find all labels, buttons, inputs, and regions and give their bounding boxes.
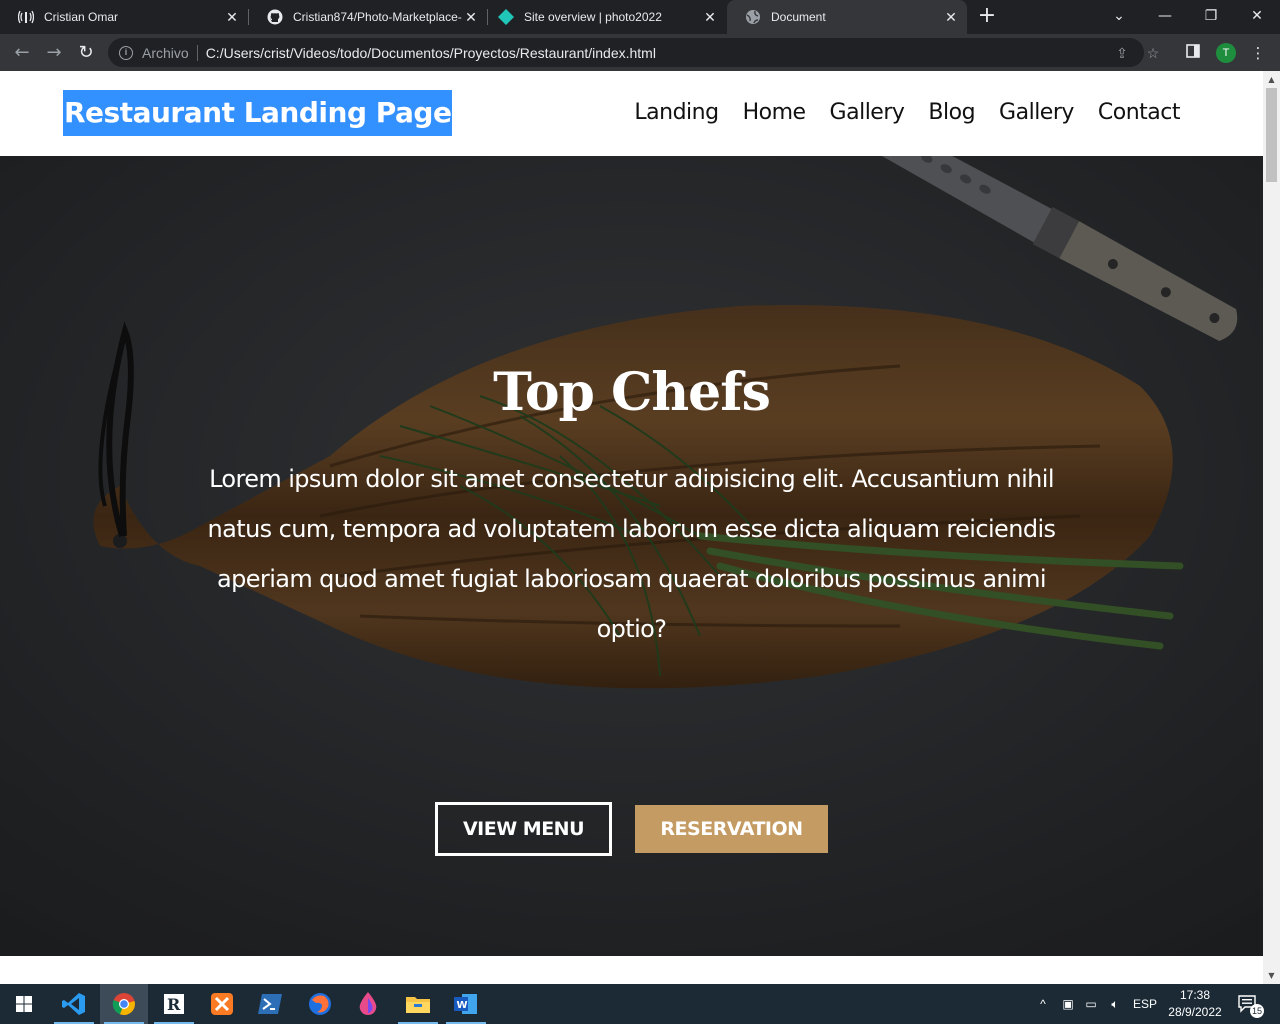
nav-link-contact[interactable]: Contact: [1098, 97, 1181, 129]
powershell-icon[interactable]: [246, 984, 294, 1024]
firefox-icon[interactable]: [296, 984, 344, 1024]
meet-now-icon[interactable]: ▣: [1058, 984, 1078, 1024]
file-explorer-icon[interactable]: [394, 984, 442, 1024]
tab-title: Site overview | photo2022: [524, 10, 662, 24]
drop-app-icon[interactable]: [344, 984, 392, 1024]
clock-date: 28/9/2022: [1168, 1005, 1222, 1019]
svg-text:R: R: [167, 995, 181, 1014]
minimize-button[interactable]: —: [1150, 4, 1180, 28]
tab-document[interactable]: Document ✕: [727, 0, 967, 34]
hero-title: Top Chefs: [493, 362, 771, 423]
tab-close-icon[interactable]: ✕: [224, 9, 240, 25]
reservation-button[interactable]: RESERVATION: [635, 805, 828, 853]
nav-link-home[interactable]: Home: [743, 97, 806, 129]
site-header: Restaurant Landing Page Landing Home Gal…: [0, 71, 1263, 156]
windows-start-icon[interactable]: [0, 984, 48, 1024]
scheme-label: Archivo: [142, 44, 189, 61]
tab-close-icon[interactable]: ✕: [943, 9, 959, 25]
hero-section: Top Chefs Lorem ipsum dolor sit amet con…: [0, 156, 1263, 956]
tab-close-icon[interactable]: ✕: [702, 9, 718, 25]
close-window-button[interactable]: ✕: [1242, 4, 1272, 28]
profile-avatar[interactable]: T: [1216, 43, 1236, 63]
menu-kebab-icon[interactable]: ⋮: [1246, 41, 1270, 65]
vscode-icon[interactable]: [50, 984, 98, 1024]
windows-taskbar: R W ^ ▣ ▭ 🔈︎ ESP 17:38 28/9/2022 15: [0, 984, 1280, 1024]
browser-toolbar: ← → ↻ i Archivo C:/Users/crist/Videos/to…: [0, 34, 1280, 71]
tab-github[interactable]: Cristian874/Photo-Marketplace- ✕: [249, 0, 487, 34]
nav-link-gallery[interactable]: Gallery: [830, 97, 905, 129]
tab-close-icon[interactable]: ✕: [463, 9, 479, 25]
omnibox-divider: [196, 44, 198, 61]
view-menu-button[interactable]: VIEW MENU: [435, 802, 612, 856]
forward-arrow-icon[interactable]: →: [42, 41, 66, 65]
xampp-icon[interactable]: [198, 984, 246, 1024]
volume-icon[interactable]: 🔈︎: [1104, 984, 1126, 1024]
brand-logo[interactable]: Restaurant Landing Page: [63, 90, 453, 136]
bookmark-star-icon[interactable]: ☆: [1144, 44, 1162, 62]
word-icon[interactable]: W: [442, 984, 490, 1024]
main-nav: Landing Home Gallery Blog Gallery Contac…: [610, 97, 1180, 129]
tab-search-icon[interactable]: ⌄: [1104, 4, 1134, 28]
svg-text:W: W: [457, 1000, 468, 1011]
tray-chevron-up-icon[interactable]: ^: [1033, 984, 1053, 1024]
nav-link-landing[interactable]: Landing: [634, 97, 719, 129]
language-indicator[interactable]: ESP: [1130, 984, 1160, 1024]
scroll-down-arrow-icon[interactable]: ▼: [1263, 967, 1280, 984]
info-icon[interactable]: i: [119, 45, 133, 60]
github-icon: [267, 9, 283, 25]
nav-link-blog[interactable]: Blog: [928, 97, 975, 129]
scrollbar-thumb[interactable]: [1266, 88, 1277, 182]
radio-waves-icon: [18, 9, 34, 25]
share-icon[interactable]: ⇪: [1113, 44, 1131, 62]
netlify-icon: [498, 9, 514, 25]
address-bar[interactable]: i Archivo C:/Users/crist/Videos/todo/Doc…: [108, 38, 1159, 67]
url-text[interactable]: C:/Users/crist/Videos/todo/Documentos/Pr…: [206, 45, 656, 61]
tab-title: Cristian874/Photo-Marketplace-: [293, 10, 462, 24]
page-scrollbar[interactable]: ▲ ▼: [1263, 71, 1280, 984]
restore-button[interactable]: ❐: [1196, 4, 1226, 28]
side-panel-icon[interactable]: [1181, 41, 1205, 65]
network-icon[interactable]: ▭: [1081, 984, 1101, 1024]
globe-icon: [745, 9, 761, 25]
page-viewport: Restaurant Landing Page Landing Home Gal…: [0, 71, 1263, 984]
hero-description: Lorem ipsum dolor sit amet consectetur a…: [207, 465, 1056, 643]
clock-time: 17:38: [1179, 988, 1211, 1002]
nav-link-gallery-2[interactable]: Gallery: [999, 97, 1074, 129]
reload-icon[interactable]: ↻: [74, 41, 98, 65]
tab-title: Cristian Omar: [44, 10, 119, 24]
scroll-up-arrow-icon[interactable]: ▲: [1263, 71, 1280, 88]
new-tab-button[interactable]: +: [976, 5, 998, 27]
tab-title: Document: [771, 10, 826, 24]
tab-cristian-omar[interactable]: Cristian Omar ✕: [0, 0, 248, 34]
notifications-icon[interactable]: 15: [1234, 984, 1264, 1024]
back-arrow-icon[interactable]: ←: [10, 41, 34, 65]
notification-count-badge: 15: [1250, 1004, 1264, 1018]
tab-netlify[interactable]: Site overview | photo2022 ✕: [480, 0, 726, 34]
chrome-icon[interactable]: [100, 984, 148, 1024]
tab-strip: Cristian Omar ✕ Cristian874/Photo-Market…: [0, 0, 1280, 34]
system-clock[interactable]: 17:38 28/9/2022: [1162, 987, 1228, 1021]
rstudio-icon[interactable]: R: [150, 984, 198, 1024]
